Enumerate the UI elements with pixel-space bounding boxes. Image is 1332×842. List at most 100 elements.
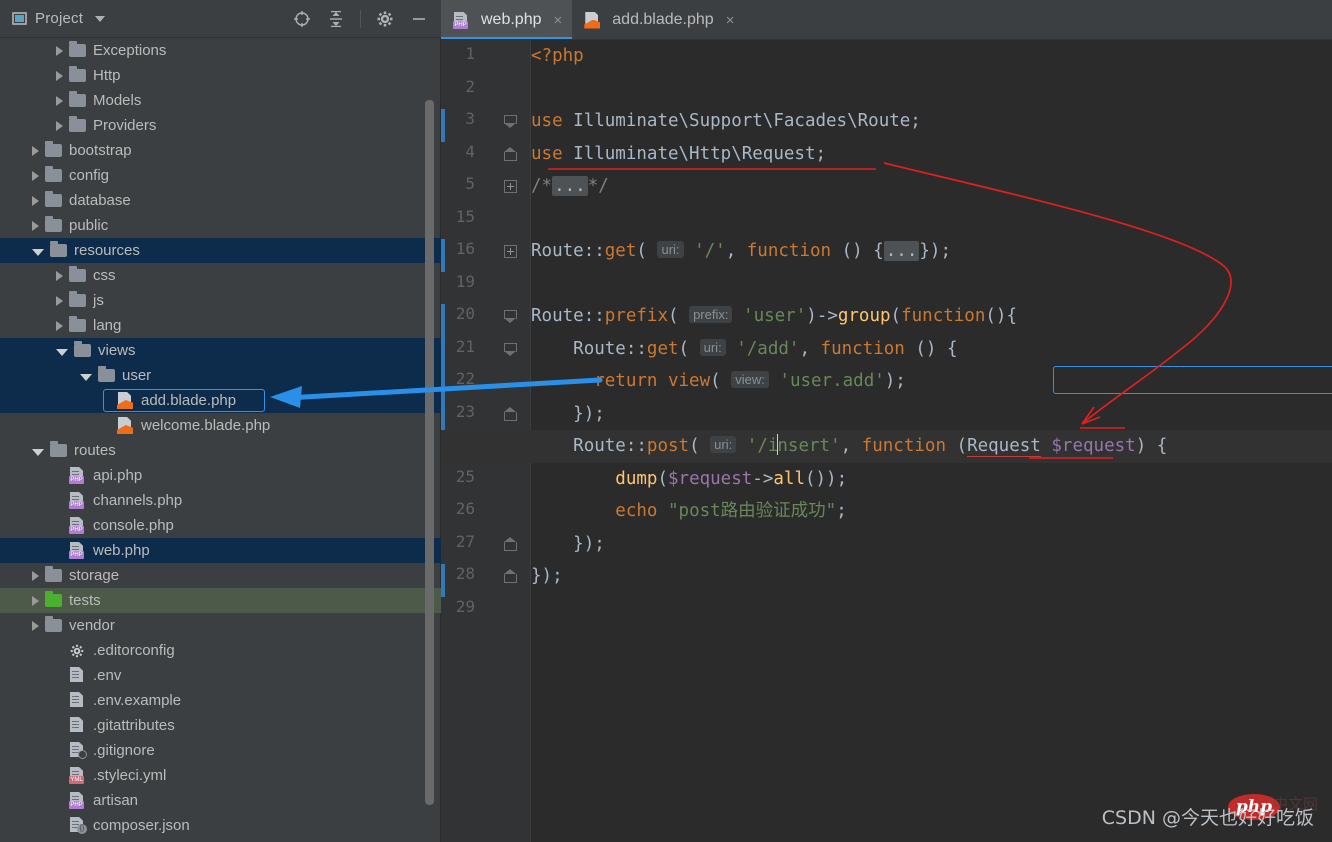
tree-item-js[interactable]: js: [0, 288, 441, 313]
tree-item-lang[interactable]: lang: [0, 313, 441, 338]
chevron-right-icon[interactable]: [32, 170, 39, 181]
tree-item-label: user: [122, 367, 152, 384]
code-fold-toggle[interactable]: [504, 180, 517, 193]
code-fold-toggle[interactable]: [504, 146, 517, 161]
gear-icon[interactable]: [375, 9, 395, 29]
tree-item-Http[interactable]: Http: [0, 63, 441, 88]
tree-item-database[interactable]: database: [0, 188, 441, 213]
chevron-right-icon[interactable]: [32, 595, 39, 606]
chevron-right-icon[interactable]: [32, 620, 39, 631]
tree-item-channels-php[interactable]: PHP channels.php: [0, 488, 441, 513]
tree-item-Models[interactable]: Models: [0, 88, 441, 113]
tree-item--editorconfig[interactable]: .editorconfig: [0, 638, 441, 663]
code-fold-toggle[interactable]: [504, 406, 517, 421]
tree-item-resources[interactable]: resources: [0, 238, 441, 263]
collapse-all-icon[interactable]: [326, 9, 346, 29]
chevron-down-icon[interactable]: [32, 449, 44, 456]
code-line[interactable]: Route::get( uri: '/add', function () {: [531, 333, 958, 366]
code-line[interactable]: /*... */: [531, 170, 609, 203]
tree-item-views[interactable]: views: [0, 338, 441, 363]
chevron-right-icon[interactable]: [56, 70, 63, 81]
code-line[interactable]: });: [531, 528, 605, 561]
tree-item-vendor[interactable]: vendor: [0, 613, 441, 638]
folder-icon: [45, 591, 62, 607]
chevron-right-icon[interactable]: [32, 570, 39, 581]
tree-item-api-php[interactable]: PHP api.php: [0, 463, 441, 488]
tree-item-label: channels.php: [93, 492, 183, 509]
tree-item-Exceptions[interactable]: Exceptions: [0, 38, 441, 63]
chevron-right-icon[interactable]: [32, 195, 39, 206]
chevron-right-icon[interactable]: [56, 120, 63, 131]
code-fold-toggle[interactable]: [504, 115, 517, 128]
tree-item-public[interactable]: public: [0, 213, 441, 238]
text-file-icon: [69, 667, 87, 684]
vcs-change-marker: [441, 109, 445, 142]
tree-item--gitattributes[interactable]: .gitattributes: [0, 713, 441, 738]
tree-item-welcome-blade-php[interactable]: welcome.blade.php: [0, 413, 441, 438]
tree-item-bootstrap[interactable]: bootstrap: [0, 138, 441, 163]
chevron-right-icon[interactable]: [56, 45, 63, 56]
chevron-right-icon[interactable]: [56, 320, 63, 331]
editor-tab-add-blade-php[interactable]: add.blade.php ×: [572, 0, 744, 40]
code-line[interactable]: dump($request->all());: [531, 463, 847, 496]
chevron-right-icon[interactable]: [56, 295, 63, 306]
chevron-right-icon[interactable]: [32, 220, 39, 231]
tree-item-composer-json[interactable]: {} composer.json: [0, 813, 441, 838]
code-fold-toggle[interactable]: [504, 245, 517, 258]
code-line[interactable]: echo "post路由验证成功";: [531, 495, 846, 528]
tree-item-artisan[interactable]: PHP artisan: [0, 788, 441, 813]
tree-item--gitignore[interactable]: .gitignore: [0, 738, 441, 763]
chevron-right-icon[interactable]: [56, 270, 63, 281]
code-content[interactable]: <?php use Illuminate\Support\Facades\Rout…: [441, 40, 1332, 842]
code-line[interactable]: use Illuminate\Support\Facades\Route;: [531, 105, 921, 138]
chevron-right-icon[interactable]: [32, 145, 39, 156]
line-number: 29: [455, 596, 475, 616]
code-fold-toggle[interactable]: [504, 536, 517, 551]
tree-item-user[interactable]: user: [0, 363, 441, 388]
chevron-down-icon[interactable]: [80, 374, 92, 381]
code-line[interactable]: return view( view: 'user.add');: [531, 365, 906, 398]
tree-item--styleci-yml[interactable]: YML .styleci.yml: [0, 763, 441, 788]
code-fold-toggle[interactable]: [504, 310, 517, 323]
folder-icon: [74, 341, 91, 357]
tree-item-css[interactable]: css: [0, 263, 441, 288]
code-line[interactable]: use Illuminate\Http\Request;: [531, 138, 826, 171]
ide-window: Project Exceptions Http Models Providers…: [0, 0, 1332, 842]
close-icon[interactable]: ×: [554, 12, 563, 29]
tree-item-storage[interactable]: storage: [0, 563, 441, 588]
project-scrollbar[interactable]: [425, 100, 434, 805]
code-line[interactable]: Route::get( uri: '/', function () {...})…: [531, 235, 951, 268]
code-line[interactable]: });: [531, 560, 563, 593]
chevron-down-icon[interactable]: [95, 15, 106, 22]
folder-icon: [69, 316, 86, 332]
locate-icon[interactable]: [292, 9, 312, 29]
code-fold-toggle[interactable]: [504, 569, 517, 583]
text-file-icon: [69, 692, 87, 709]
chevron-right-icon[interactable]: [56, 95, 63, 106]
project-title-group[interactable]: Project: [0, 10, 106, 27]
code-line[interactable]: });: [531, 398, 605, 431]
code-fold-toggle[interactable]: [504, 342, 517, 356]
chevron-down-icon[interactable]: [56, 349, 68, 356]
tree-item-routes[interactable]: routes: [0, 438, 441, 463]
tree-item-add-blade-php[interactable]: add.blade.php: [0, 388, 441, 413]
tree-item-console-php[interactable]: PHP console.php: [0, 513, 441, 538]
minimize-icon[interactable]: [409, 9, 429, 29]
chevron-down-icon[interactable]: [32, 249, 44, 256]
folder-icon: [50, 441, 67, 457]
code-line[interactable]: Route::prefix( prefix: 'user')->group(fu…: [531, 300, 1017, 333]
tree-item-config[interactable]: config: [0, 163, 441, 188]
folder-icon: [69, 41, 86, 57]
tree-item-web-php[interactable]: PHP web.php: [0, 538, 441, 563]
editor-tab-web-php[interactable]: PHP web.php ×: [441, 0, 573, 40]
code-line[interactable]: Route::post( uri: '/insert', function (R…: [531, 430, 1167, 463]
tree-item-Providers[interactable]: Providers: [0, 113, 441, 138]
tab-label: add.blade.php: [612, 11, 714, 28]
tree-item--env-example[interactable]: .env.example: [0, 688, 441, 713]
vcs-change-marker: [441, 369, 445, 434]
code-line[interactable]: <?php: [531, 40, 584, 73]
project-tree[interactable]: Exceptions Http Models Providers bootstrap co…: [0, 38, 441, 842]
tree-item-tests[interactable]: tests: [0, 588, 441, 613]
tree-item--env[interactable]: .env: [0, 663, 441, 688]
close-icon[interactable]: ×: [726, 12, 735, 29]
